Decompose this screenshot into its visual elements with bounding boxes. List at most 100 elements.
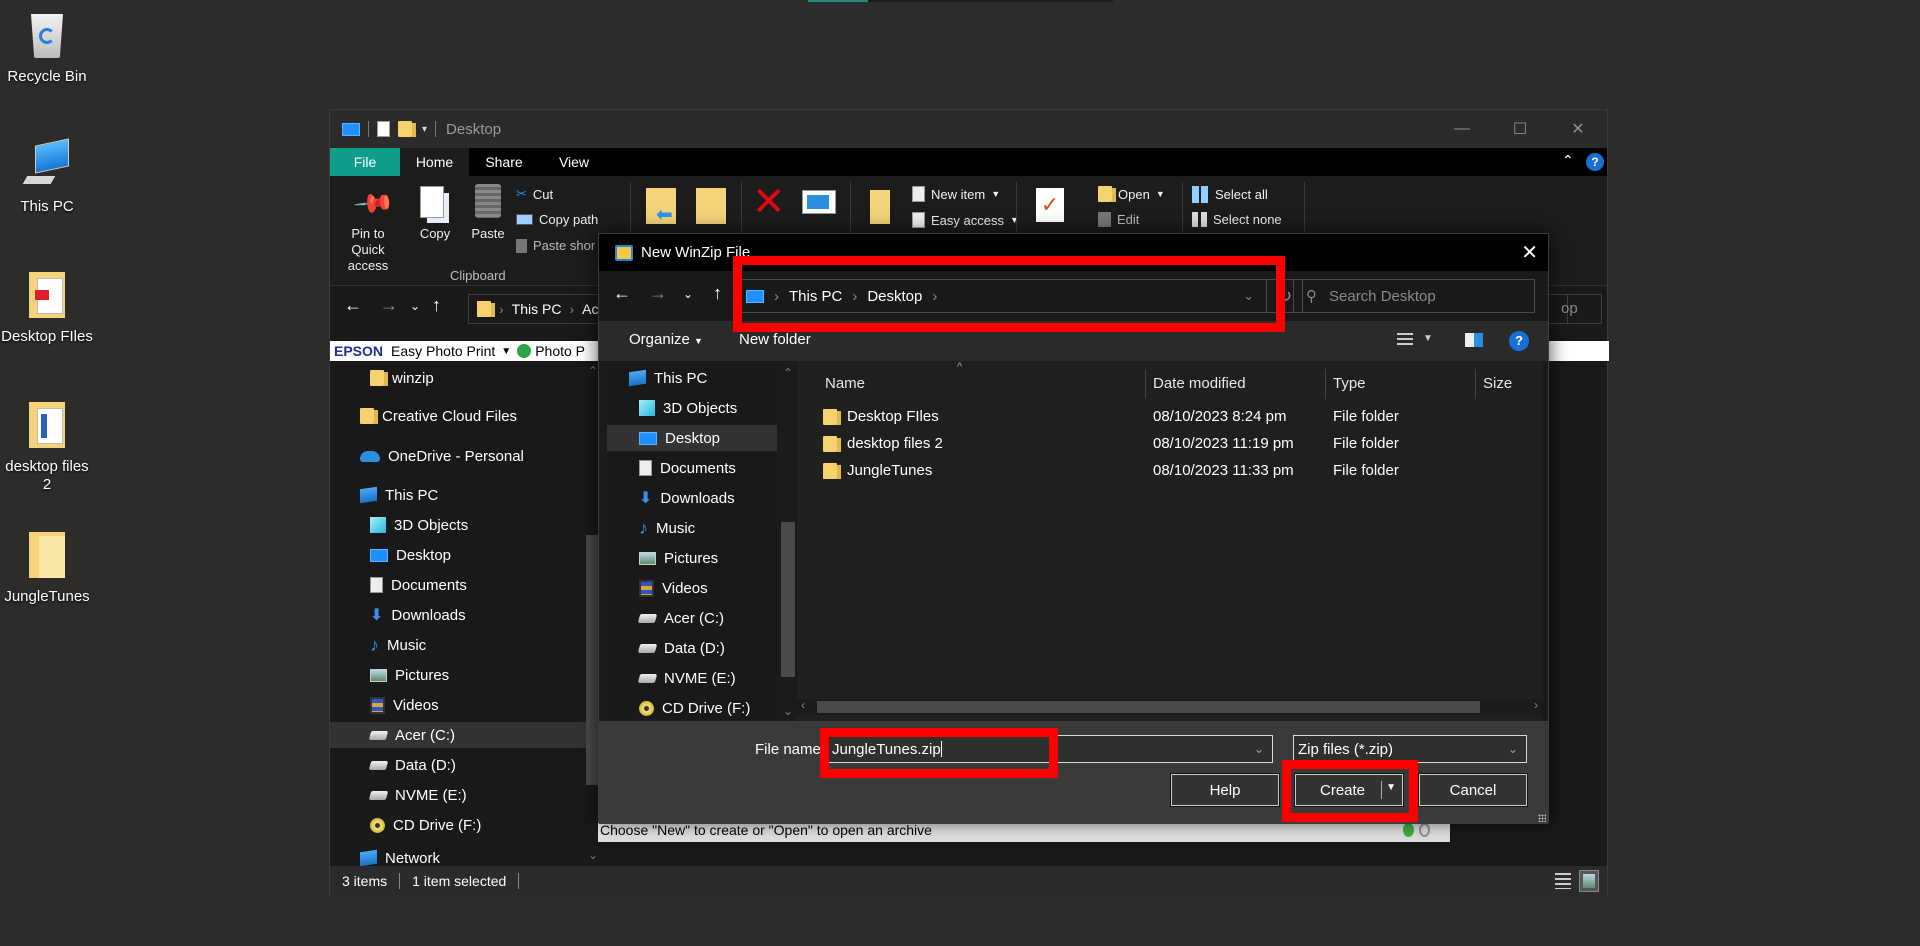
dialog-help-icon[interactable]: ? — [1509, 331, 1529, 351]
tree-item[interactable]: Desktop — [330, 542, 586, 568]
tree-item[interactable]: NVME (E:) — [330, 782, 586, 808]
tree-item[interactable]: Videos — [330, 692, 586, 718]
paste-shortcut-button[interactable]: Paste shor — [516, 238, 595, 253]
create-button[interactable]: Create ▼ — [1294, 773, 1404, 807]
tree-item[interactable]: OneDrive - Personal — [330, 443, 586, 469]
tab-view[interactable]: View — [539, 148, 609, 176]
easy-access-button[interactable]: Easy access ▼ — [912, 212, 1019, 228]
forward-button[interactable]: → — [380, 295, 398, 316]
file-name-dropdown-icon[interactable]: ⌄ — [1254, 742, 1264, 756]
dialog-up-button[interactable]: ↑ — [713, 283, 722, 304]
tree-item[interactable]: Pictures — [607, 545, 777, 571]
cut-button[interactable]: ✂ Cut — [516, 186, 553, 202]
tree-item[interactable]: Documents — [330, 572, 586, 598]
tree-item[interactable]: This PC — [330, 482, 586, 508]
tree-item[interactable]: Documents — [607, 455, 777, 481]
create-dropdown-icon[interactable]: ▼ — [1386, 782, 1396, 793]
tree-item[interactable]: CD Drive (F:) — [607, 695, 777, 721]
desktop-icon-desktop-files-2[interactable]: desktop files 2 — [0, 398, 94, 494]
properties-icon[interactable] — [377, 121, 390, 137]
new-item-button[interactable]: New item ▼ — [912, 186, 1000, 202]
dialog-back-button[interactable]: ← — [613, 283, 631, 304]
address-dropdown-icon[interactable]: ⌄ — [1243, 288, 1254, 304]
tree-item[interactable]: NVME (E:) — [607, 665, 777, 691]
organize-button[interactable]: Organize ▼ — [629, 331, 703, 348]
minimize-button[interactable]: — — [1433, 110, 1491, 148]
horizontal-scrollbar[interactable]: ‹ › — [797, 698, 1542, 715]
tree-item[interactable]: ⬇ Downloads — [330, 602, 586, 628]
tree-item[interactable]: winzip — [330, 365, 586, 391]
view-options-icon[interactable] — [1397, 333, 1413, 348]
tree-item[interactable]: Videos — [607, 575, 777, 601]
photo-print-button[interactable]: Photo P — [535, 343, 585, 359]
file-type-dropdown-icon[interactable]: ⌄ — [1508, 742, 1518, 756]
tree-item[interactable]: CD Drive (F:) — [330, 812, 586, 838]
tab-home[interactable]: Home — [400, 148, 469, 176]
dialog-close-button[interactable]: ✕ — [1521, 240, 1538, 265]
tree-item[interactable]: ♪ Music — [330, 632, 586, 658]
copy-path-button[interactable]: Copy path — [516, 212, 598, 227]
move-to-icon[interactable]: ⬅ — [646, 188, 676, 226]
open-button[interactable]: Open ▼ — [1098, 186, 1165, 202]
close-button[interactable]: ✕ — [1549, 110, 1607, 148]
dialog-tree-scrollbar[interactable] — [781, 522, 795, 677]
tree-item[interactable]: Desktop — [607, 425, 777, 451]
back-button[interactable]: ← — [344, 295, 362, 316]
delete-icon[interactable]: ✕ — [752, 182, 786, 222]
scroll-down-icon[interactable]: ⌄ — [588, 848, 598, 862]
column-resize-handle[interactable] — [1475, 369, 1476, 399]
column-header-date-modified[interactable]: Date modified — [1153, 369, 1246, 399]
breadcrumb-acer[interactable]: Ac — [582, 301, 598, 317]
tree-item[interactable]: 3D Objects — [330, 512, 586, 538]
collapse-ribbon-icon[interactable]: ⌃ — [1562, 152, 1574, 169]
file-row[interactable]: desktop files 2 08/10/2023 11:19 pm File f… — [797, 430, 1542, 457]
help-icon[interactable]: ? — [1586, 153, 1604, 171]
dialog-recent-button[interactable]: ⌄ — [683, 287, 693, 301]
select-all-button[interactable]: Select all — [1192, 186, 1268, 203]
scroll-up-icon[interactable]: ⌃ — [588, 364, 598, 378]
tree-item[interactable]: This PC — [607, 365, 777, 391]
cancel-button[interactable]: Cancel — [1418, 773, 1528, 807]
file-row[interactable]: JungleTunes 08/10/2023 11:33 pm File folde… — [797, 457, 1542, 484]
scroll-up-icon[interactable]: ⌃ — [783, 366, 793, 380]
scroll-down-icon[interactable]: ⌄ — [783, 704, 793, 718]
dialog-forward-button[interactable]: → — [649, 283, 667, 304]
dialog-search-input[interactable]: ⚲ Search Desktop — [1293, 279, 1535, 313]
column-header-size[interactable]: Size — [1483, 369, 1512, 399]
column-header-type[interactable]: Type — [1333, 369, 1366, 399]
breadcrumb-this-pc[interactable]: This PC — [789, 288, 842, 305]
tree-item[interactable]: Pictures — [330, 662, 586, 688]
column-header-name[interactable]: Name — [825, 369, 865, 399]
scroll-left-icon[interactable]: ‹ — [801, 698, 805, 712]
desktop-icon-jungletunes[interactable]: JungleTunes — [0, 528, 94, 606]
file-row[interactable]: Desktop FIles 08/10/2023 8:24 pm File fold… — [797, 403, 1542, 430]
copy-to-icon[interactable] — [696, 188, 726, 224]
desktop-icon-this-pc[interactable]: This PC — [0, 138, 94, 216]
select-none-button[interactable]: Select none — [1192, 212, 1282, 227]
tree-item[interactable]: Creative Cloud Files — [330, 403, 586, 429]
file-name-input[interactable]: JungleTunes.zip ⌄ — [827, 735, 1273, 763]
paste-button[interactable]: Paste — [466, 226, 510, 242]
column-resize-handle[interactable] — [1145, 369, 1146, 399]
tree-item[interactable]: Acer (C:) — [330, 722, 586, 748]
details-view-icon[interactable] — [1555, 873, 1571, 889]
file-type-select[interactable]: Zip files (*.zip) ⌄ — [1293, 735, 1527, 763]
pin-to-quick-access-button[interactable]: Pin to Quick access — [336, 226, 400, 274]
dropdown-icon[interactable]: ▼ — [501, 346, 511, 357]
rename-icon[interactable] — [802, 190, 836, 214]
tree-item[interactable]: Data (D:) — [330, 752, 586, 778]
tree-item[interactable]: ⬇ Downloads — [607, 485, 777, 511]
resize-grip[interactable] — [1538, 814, 1546, 822]
breadcrumb-desktop[interactable]: Desktop — [867, 288, 922, 305]
large-icons-view-icon[interactable] — [1579, 870, 1599, 892]
new-folder-icon[interactable] — [398, 121, 416, 137]
up-button[interactable]: ↑ — [432, 295, 441, 316]
desktop-icon-desktop-files[interactable]: Desktop FIles — [0, 268, 94, 346]
customize-qat-icon[interactable]: ▾ — [422, 124, 427, 135]
tree-item[interactable]: Data (D:) — [607, 635, 777, 661]
dialog-address-bar[interactable]: › This PC › Desktop › ⌄ — [737, 279, 1267, 313]
breadcrumb-this-pc[interactable]: This PC — [512, 301, 562, 317]
desktop-icon-recycle-bin[interactable]: Recycle Bin — [0, 8, 94, 86]
help-button[interactable]: Help — [1170, 773, 1280, 807]
new-folder-icon[interactable] — [870, 190, 890, 224]
